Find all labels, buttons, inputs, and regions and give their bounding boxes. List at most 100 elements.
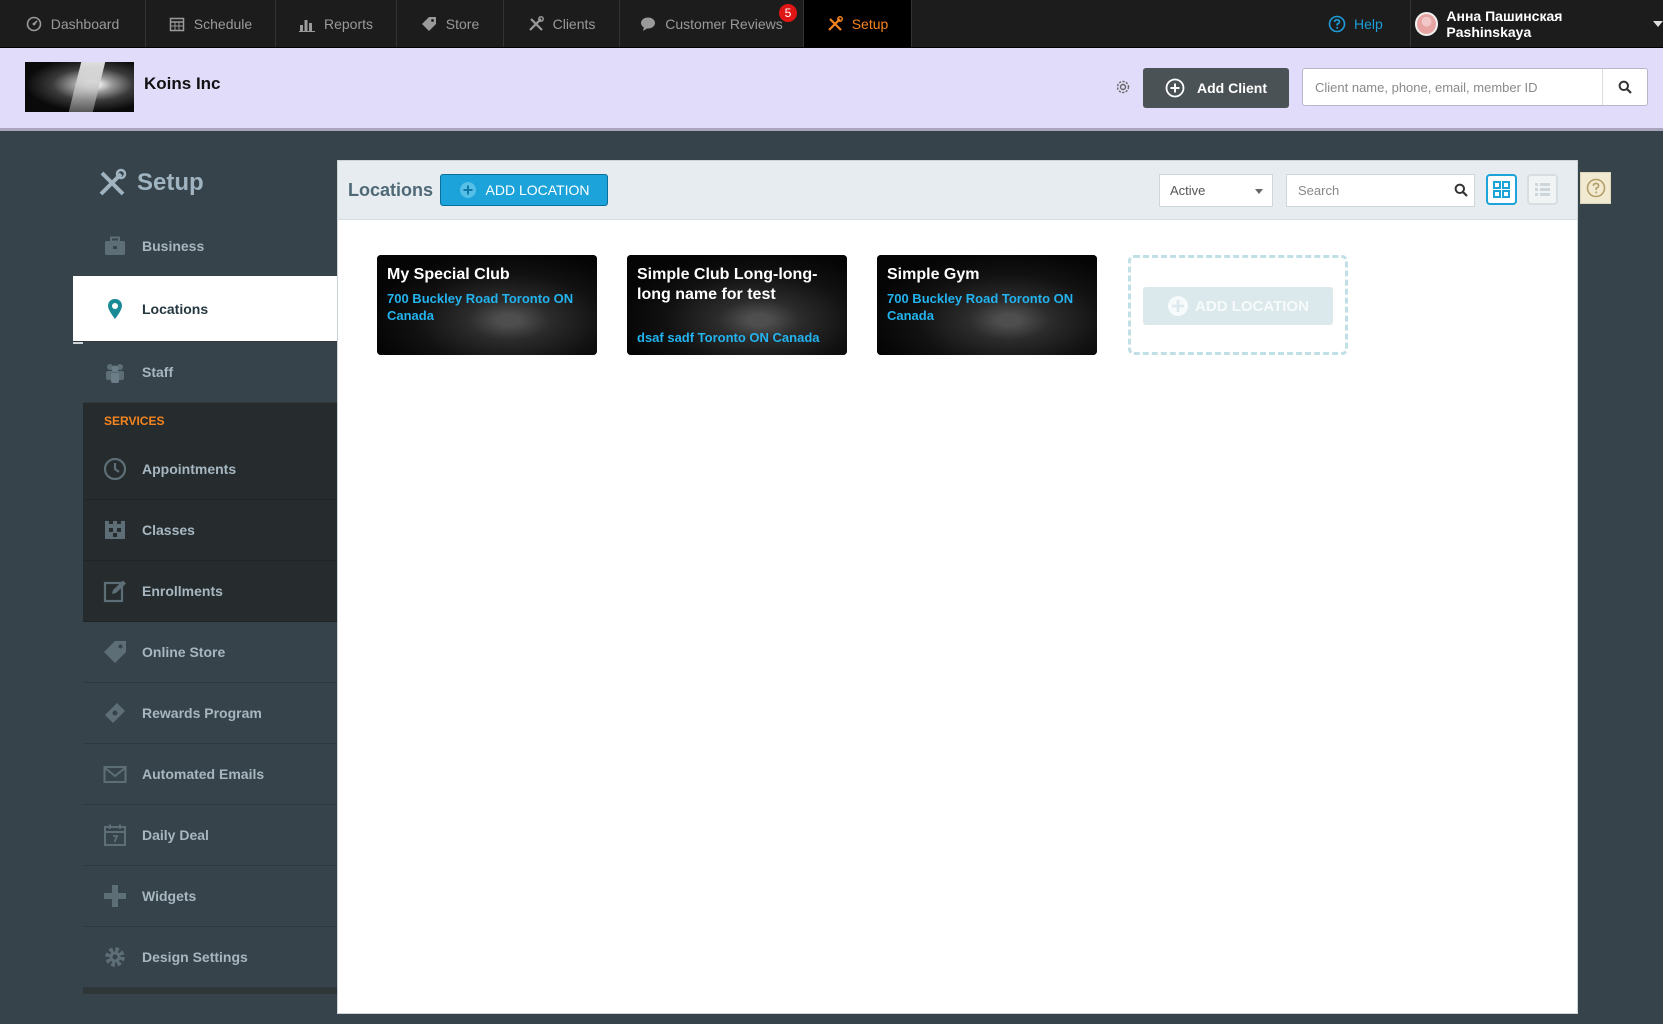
nav-clients-label: Clients [552, 15, 596, 32]
envelope-icon [103, 762, 127, 786]
sidebar-item-daily-deal[interactable]: Daily Deal [83, 805, 337, 866]
people-icon [103, 360, 127, 384]
gear-icon[interactable] [1114, 78, 1132, 96]
status-filter-value: Active [1170, 183, 1206, 198]
business-name: Koins Inc [144, 74, 221, 93]
setup-heading: Setup [97, 168, 204, 198]
location-card[interactable]: My Special Club 700 Buckley Road Toronto… [377, 255, 597, 355]
add-location-card-button[interactable]: ADD LOCATION [1143, 287, 1333, 325]
sidebar-item-label: Widgets [142, 888, 197, 904]
add-client-button[interactable]: Add Client [1143, 68, 1289, 108]
sidebar-item-design-settings[interactable]: Design Settings [83, 927, 337, 988]
sidebar-item-enrollments[interactable]: Enrollments [83, 561, 337, 622]
locations-panel: Locations ADD LOCATION Active Search My … [337, 160, 1578, 1014]
nav-customer-reviews-label: Customer Reviews [665, 15, 783, 32]
calendar-icon [169, 16, 185, 32]
location-search [1286, 174, 1475, 207]
add-location-label: ADD LOCATION [485, 182, 590, 198]
sidebar-item-label: Business [142, 238, 205, 254]
nav-store[interactable]: Store [397, 0, 504, 47]
grid-view-icon [1493, 181, 1510, 198]
location-card[interactable]: Simple Gym 700 Buckley Road Toronto ON C… [877, 255, 1097, 355]
classes-icon [103, 518, 127, 542]
nav-setup[interactable]: Setup [804, 0, 912, 55]
sidebar-item-staff[interactable]: Staff [83, 342, 337, 403]
dashboard-icon [26, 16, 42, 32]
sidebar-item-classes[interactable]: Classes [83, 500, 337, 561]
page-title: Locations [348, 180, 434, 200]
nav-clients[interactable]: Clients [504, 0, 620, 47]
help-link[interactable]: Help [1328, 0, 1383, 47]
sidebar-item-label: Enrollments [142, 583, 223, 599]
add-location-card[interactable]: ADD LOCATION [1128, 255, 1348, 355]
setup-sidebar: Business Locations Staff SERVICES Appoin… [73, 216, 337, 994]
speech-bubble-icon [640, 16, 656, 32]
sidebar-item-online-store[interactable]: Online Store [83, 622, 337, 683]
location-name: My Special Club [387, 266, 510, 283]
sidebar-item-rewards-program[interactable]: Rewards Program [83, 683, 337, 744]
location-name: Simple Club Long-long-long name for test [637, 266, 818, 303]
tools-icon [97, 168, 127, 198]
sidebar-item-appointments[interactable]: Appointments [83, 439, 337, 500]
gear-icon [103, 945, 127, 969]
ticket-icon [103, 701, 127, 725]
location-address: dsaf sadf Toronto ON Canada [637, 330, 820, 345]
add-location-button[interactable]: ADD LOCATION [440, 174, 608, 206]
plus-circle-icon [1167, 295, 1189, 317]
nav-reports[interactable]: Reports [276, 0, 397, 47]
tools-icon [827, 15, 843, 32]
grid-view-toggle[interactable] [1486, 174, 1517, 205]
nav-customer-reviews[interactable]: Customer Reviews 5 [620, 0, 804, 47]
help-label: Help [1354, 15, 1383, 32]
map-pin-icon [103, 297, 127, 321]
business-header: Koins Inc Add Client [0, 48, 1663, 131]
search-icon[interactable] [1454, 183, 1468, 197]
location-card[interactable]: Simple Club Long-long-long name for test… [627, 255, 847, 355]
services-section-header: SERVICES [83, 403, 337, 439]
user-menu[interactable]: Анна Пашинская Pashinskaya [1410, 0, 1663, 47]
chevron-down-icon [1255, 189, 1263, 194]
status-filter-select[interactable]: Active [1159, 174, 1273, 207]
question-circle-icon [1586, 178, 1606, 198]
sidebar-item-business[interactable]: Business [83, 216, 337, 277]
search-icon[interactable] [1602, 69, 1647, 105]
sidebar-item-label: Appointments [142, 461, 237, 477]
client-search [1302, 68, 1648, 106]
page-help-button[interactable] [1580, 172, 1611, 204]
sidebar-item-label: Locations [142, 300, 209, 317]
sidebar-item-automated-emails[interactable]: Automated Emails [83, 744, 337, 805]
briefcase-icon [103, 234, 127, 258]
avatar [1415, 11, 1439, 36]
reviews-count-badge: 5 [779, 4, 797, 22]
location-search-input[interactable] [1287, 175, 1447, 206]
top-navigation: Dashboard Schedule Reports Store Clients… [0, 0, 1663, 55]
sidebar-item-label: Daily Deal [142, 827, 209, 843]
sidebar-item-label: Online Store [142, 644, 226, 660]
tag-icon [103, 640, 127, 664]
question-circle-icon [1328, 15, 1346, 33]
edit-icon [103, 579, 127, 603]
client-search-input[interactable] [1303, 69, 1603, 105]
sidebar-item-label: Classes [142, 522, 195, 538]
sidebar-item-locations[interactable]: Locations [73, 276, 337, 342]
tools-icon [528, 15, 544, 32]
list-view-icon [1534, 181, 1551, 198]
nav-schedule-label: Schedule [193, 15, 253, 32]
calendar-icon [103, 823, 127, 847]
nav-reports-label: Reports [323, 15, 374, 32]
location-name: Simple Gym [887, 266, 980, 283]
sidebar-item-label: Automated Emails [142, 766, 265, 782]
add-client-label: Add Client [1197, 80, 1267, 96]
nav-schedule[interactable]: Schedule [146, 0, 276, 47]
tag-icon [421, 16, 437, 32]
plus-circle-icon [1165, 78, 1185, 98]
nav-dashboard[interactable]: Dashboard [0, 0, 146, 47]
add-location-card-label: ADD LOCATION [1195, 297, 1309, 315]
sidebar-item-label: Design Settings [142, 949, 248, 965]
plus-circle-icon [459, 181, 477, 199]
sidebar-item-widgets[interactable]: Widgets [83, 866, 337, 927]
business-logo [25, 62, 134, 112]
clock-icon [103, 457, 127, 481]
nav-dashboard-label: Dashboard [50, 15, 120, 32]
list-view-toggle[interactable] [1527, 174, 1558, 205]
